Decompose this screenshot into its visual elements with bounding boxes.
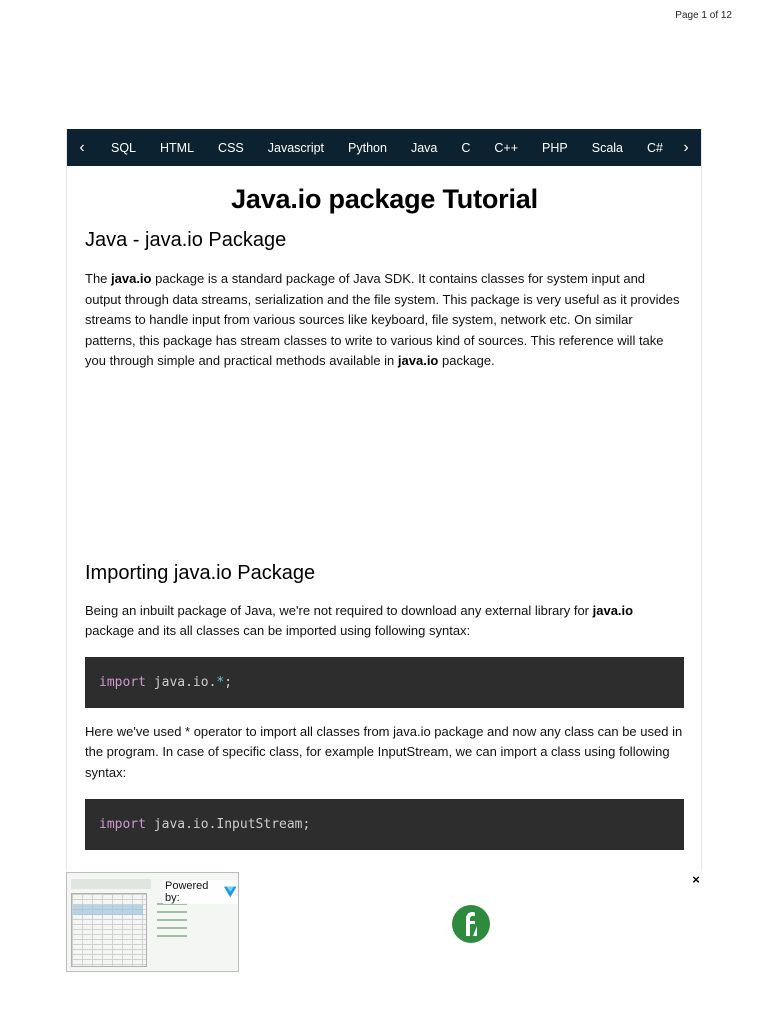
- nav-item-cpp[interactable]: C++: [482, 141, 530, 155]
- brand-logo-icon[interactable]: [451, 904, 491, 944]
- powered-by-text: Powered by:: [165, 880, 209, 904]
- wildcard-paragraph: Here we've used * operator to import all…: [85, 723, 683, 780]
- code-text: ;: [224, 674, 233, 690]
- nav-item-javascript[interactable]: Javascript: [256, 141, 336, 155]
- section-heading-importing: Importing java.io Package: [85, 561, 316, 584]
- text-run: Being an inbuilt package of Java, we're …: [85, 602, 593, 618]
- bold-term: java.io: [397, 353, 439, 368]
- code-text: java.io.: [145, 674, 217, 690]
- powered-by-label: Powered by:: [163, 880, 238, 904]
- code-keyword: import: [99, 817, 146, 832]
- nav-item-c[interactable]: C: [449, 141, 482, 155]
- code-text: java.io.InputStream;: [145, 817, 311, 832]
- ad-banner[interactable]: Powered by: ×: [66, 872, 702, 974]
- ad-thumbnail-image[interactable]: Powered by:: [66, 872, 239, 972]
- language-nav-bar: ‹ SQL HTML CSS Javascript Python Java C …: [67, 129, 701, 166]
- text-run: package and its all classes can be impor…: [85, 623, 471, 638]
- nav-next-button[interactable]: ›: [671, 129, 701, 166]
- bold-term: java.io: [592, 602, 634, 618]
- nav-item-java[interactable]: Java: [399, 141, 449, 155]
- code-keyword: import: [99, 674, 146, 690]
- provider-logo-icon: [223, 886, 236, 898]
- page-counter: Page 1 of 12: [675, 10, 732, 21]
- code-block-import-all[interactable]: import java.io. *;: [85, 656, 684, 708]
- code-block-import-inputstream[interactable]: import java.io.InputStream;: [85, 799, 684, 850]
- text-run: The: [85, 271, 112, 286]
- nav-item-html[interactable]: HTML: [148, 141, 206, 155]
- bold-term: java.io: [111, 271, 152, 286]
- text-run: package is a standard package of Java SD…: [85, 271, 680, 368]
- importing-paragraph: Being an inbuilt package of Java, we're …: [85, 601, 684, 642]
- thumb-side-panel: [157, 903, 187, 963]
- nav-item-python[interactable]: Python: [336, 141, 399, 155]
- thumb-highlight: [73, 905, 143, 915]
- page-title: Java.io package Tutorial: [231, 184, 538, 214]
- nav-item-css[interactable]: CSS: [206, 141, 256, 155]
- ad-placeholder: [85, 372, 684, 562]
- nav-items: SQL HTML CSS Javascript Python Java C C+…: [97, 141, 671, 155]
- nav-item-sql[interactable]: SQL: [97, 141, 148, 155]
- text-run: package.: [438, 353, 495, 368]
- page-frame: ‹ SQL HTML CSS Javascript Python Java C …: [66, 129, 702, 871]
- article-content: Java.io package Tutorial Java - java.io …: [67, 184, 701, 850]
- close-ad-button[interactable]: ×: [690, 872, 702, 887]
- chevron-right-icon: ›: [683, 138, 689, 156]
- section-heading-package: Java - java.io Package: [85, 229, 287, 251]
- intro-paragraph: The java.io package is a standard packag…: [85, 269, 684, 372]
- nav-item-csharp[interactable]: C#: [635, 141, 671, 155]
- code-operator: *: [216, 674, 225, 690]
- nav-prev-button[interactable]: ‹: [67, 129, 97, 166]
- nav-item-php[interactable]: PHP: [530, 141, 580, 155]
- chevron-left-icon: ‹: [79, 138, 85, 156]
- nav-item-scala[interactable]: Scala: [580, 141, 635, 155]
- thumb-toolbar: [71, 879, 151, 889]
